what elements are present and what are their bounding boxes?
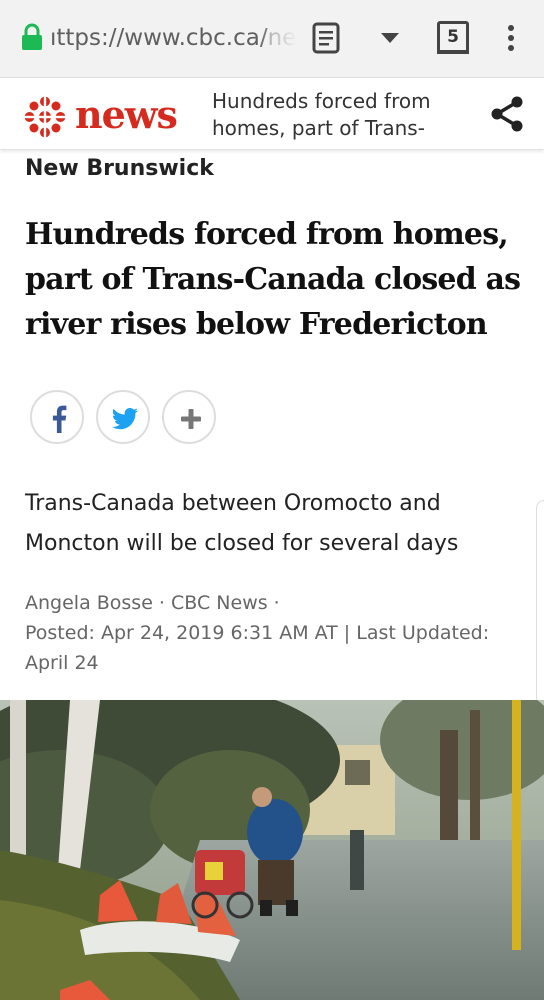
site-header: news Hundreds forced from homes, part of… xyxy=(0,80,544,150)
header-article-title: Hundreds forced from homes, part of Tran… xyxy=(212,89,431,140)
article-deck: Trans-Canada between Oromocto and Moncto… xyxy=(25,491,459,556)
tabs-count-button[interactable]: 5 xyxy=(437,21,469,53)
share-icon[interactable] xyxy=(487,94,527,134)
byline-dates: Posted: Apr 24, 2019 6:31 AM AT | Last U… xyxy=(25,622,490,644)
facebook-icon xyxy=(52,405,67,433)
twitter-share-button[interactable] xyxy=(96,390,150,444)
more-share-button[interactable] xyxy=(162,390,216,444)
lock-icon[interactable] xyxy=(20,23,44,51)
more-options-icon[interactable] xyxy=(506,24,516,52)
url-fade xyxy=(258,20,298,58)
byline: Angela Bosse · CBC News · Posted: Apr 24… xyxy=(25,588,525,678)
section-label[interactable]: New Brunswick xyxy=(25,156,214,181)
cbc-gem-logo[interactable] xyxy=(24,96,66,138)
facebook-share-button[interactable] xyxy=(30,390,84,444)
twitter-icon xyxy=(111,408,139,430)
browser-toolbar: ıttps://www.cbc.ca/ne 5 xyxy=(0,0,544,78)
news-wordmark[interactable]: news xyxy=(75,90,178,140)
dropdown-icon[interactable] xyxy=(380,31,400,45)
byline-updated-date: April 24 xyxy=(25,652,99,674)
article-headline: Hundreds forced from homes, part of Tran… xyxy=(25,217,521,342)
tabs-underline xyxy=(437,51,469,54)
reader-mode-icon[interactable] xyxy=(312,22,340,54)
article-photo[interactable] xyxy=(0,700,544,1000)
byline-author-source: Angela Bosse · CBC News · xyxy=(25,592,280,614)
flooded-street-photo xyxy=(0,700,544,1000)
url-text: ıttps://www.cbc.ca/ xyxy=(50,25,268,51)
plus-icon xyxy=(181,409,201,429)
side-panel-handle[interactable] xyxy=(536,500,544,705)
